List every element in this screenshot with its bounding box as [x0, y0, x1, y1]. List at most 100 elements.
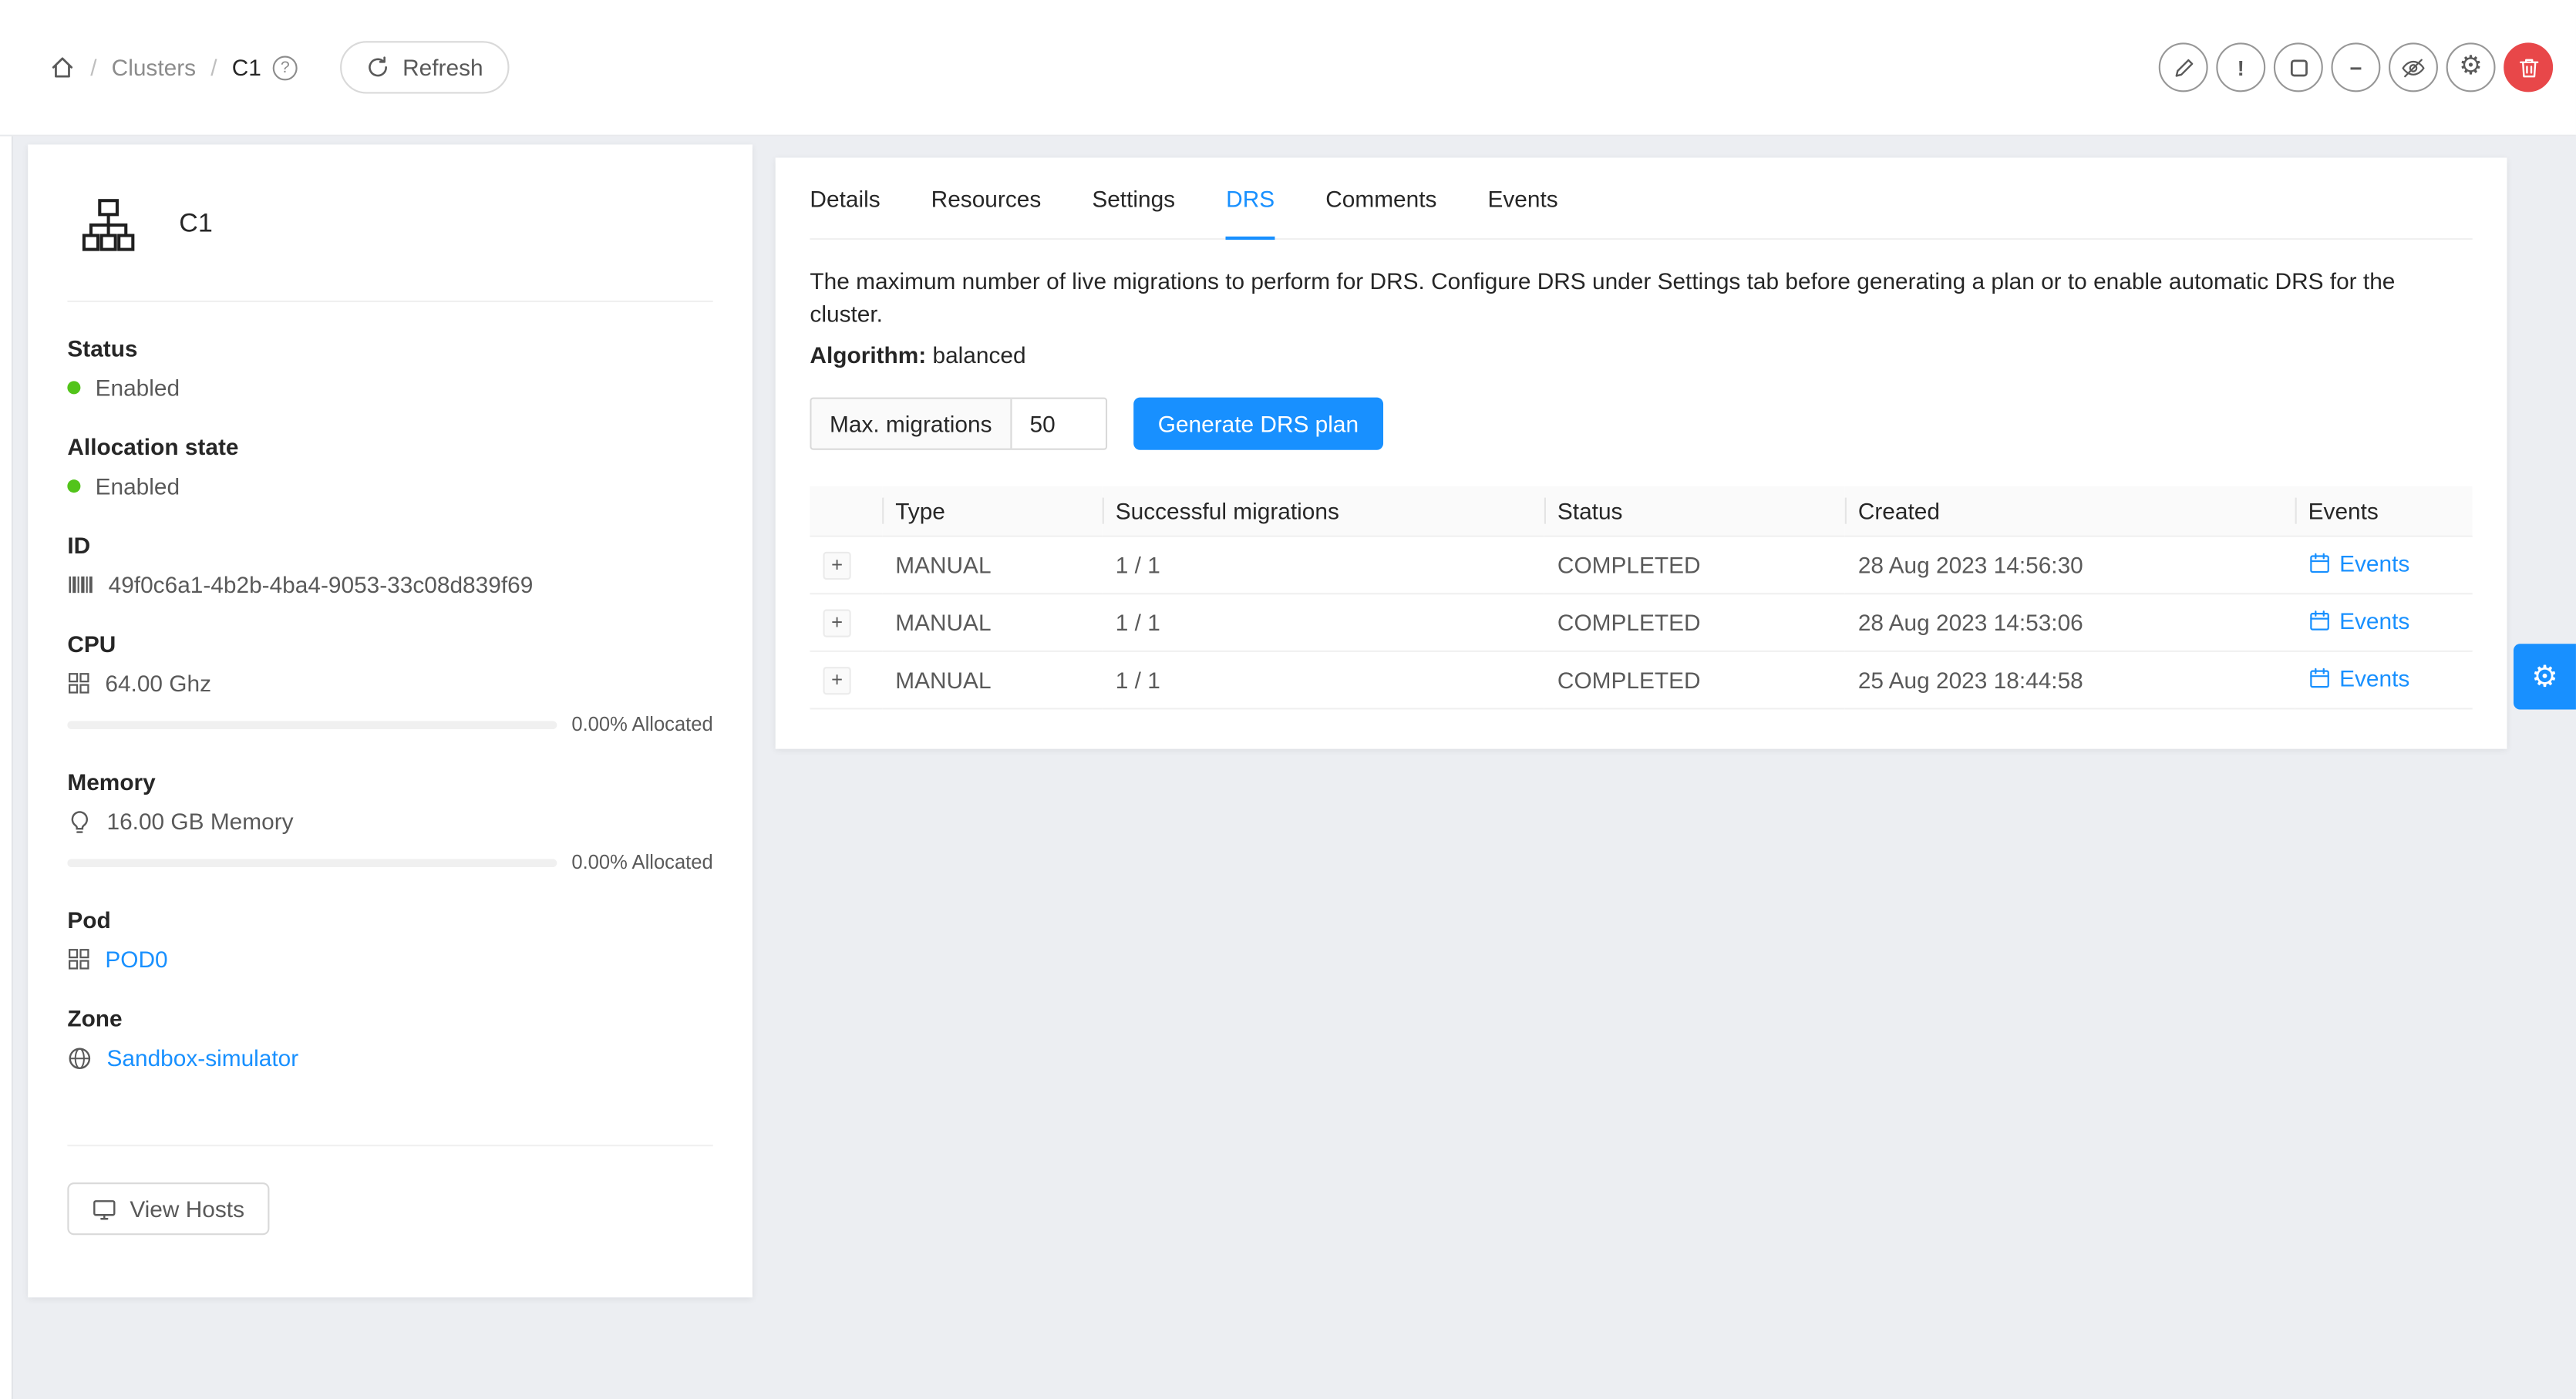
- drs-controls: Max. migrations Generate DRS plan: [810, 398, 2472, 450]
- divider: [67, 301, 712, 302]
- progress-bar: [67, 858, 557, 866]
- max-migrations-input[interactable]: [1012, 399, 1105, 449]
- table-row: + MANUAL 1 / 1 COMPLETED 28 Aug 2023 14:…: [810, 594, 2472, 651]
- tab-comments[interactable]: Comments: [1325, 158, 1436, 240]
- status-value: Enabled: [96, 375, 180, 401]
- field-label: ID: [67, 532, 712, 558]
- cell-type: MANUAL: [882, 651, 1103, 709]
- breadcrumb-separator: /: [210, 54, 217, 80]
- zone-link[interactable]: Sandbox-simulator: [106, 1044, 298, 1071]
- calendar-icon: [2308, 667, 2332, 690]
- home-icon[interactable]: [49, 54, 76, 80]
- column-expand: [810, 486, 882, 536]
- reload-icon: [366, 55, 389, 79]
- memory-value: 16.00 GB Memory: [106, 808, 293, 834]
- drs-plans-table: Type Successful migrations Status Create…: [810, 486, 2472, 710]
- row-events-link[interactable]: Events: [2308, 550, 2410, 577]
- table-row: + MANUAL 1 / 1 COMPLETED 25 Aug 2023 18:…: [810, 651, 2472, 709]
- events-link-label: Events: [2339, 550, 2409, 577]
- cpu-allocated-label: 0.00% Allocated: [571, 713, 712, 736]
- expand-row-button[interactable]: +: [823, 609, 850, 637]
- algorithm-label: Algorithm:: [810, 341, 926, 368]
- events-link-label: Events: [2339, 665, 2409, 691]
- events-link-label: Events: [2339, 607, 2409, 634]
- gear-icon: ⚙: [2459, 54, 2483, 80]
- cell-status: COMPLETED: [1544, 594, 1845, 651]
- minus-circle-button[interactable]: −: [2331, 42, 2380, 92]
- drs-algorithm-line: Algorithm: balanced: [810, 341, 2472, 368]
- divider: [67, 1145, 712, 1146]
- cell-migrations: 1 / 1: [1103, 651, 1544, 709]
- expand-row-button[interactable]: +: [823, 667, 850, 694]
- cell-created: 25 Aug 2023 18:44:58: [1845, 651, 2295, 709]
- tab-bar: Details Resources Settings DRS Comments …: [810, 158, 2472, 240]
- field-status: Status Enabled: [67, 335, 712, 401]
- edit-button[interactable]: [2159, 42, 2208, 92]
- max-migrations-group: Max. migrations: [810, 398, 1106, 450]
- stop-icon: [2289, 59, 2307, 76]
- eye-invisible-icon: [2400, 55, 2426, 79]
- breadcrumb-clusters-link[interactable]: Clusters: [112, 54, 196, 80]
- bulb-icon: [67, 809, 92, 833]
- barcode-icon: [67, 571, 93, 597]
- trash-icon: [2516, 55, 2541, 79]
- status-dot: [67, 381, 80, 394]
- exclamation-circle-icon: !: [2238, 57, 2244, 79]
- cell-migrations: 1 / 1: [1103, 594, 1544, 651]
- refresh-label: Refresh: [402, 54, 483, 80]
- tab-details[interactable]: Details: [810, 158, 880, 240]
- field-label: Zone: [67, 1005, 712, 1031]
- settings-drawer-toggle[interactable]: ⚙: [2514, 644, 2576, 709]
- pencil-icon: [2171, 55, 2196, 79]
- configure-ha-button[interactable]: ⚙: [2446, 42, 2496, 92]
- cell-created: 28 Aug 2023 14:56:30: [1845, 536, 2295, 594]
- column-events: Events: [2295, 486, 2473, 536]
- field-label: Memory: [67, 768, 712, 795]
- tab-events[interactable]: Events: [1487, 158, 1557, 240]
- question-circle-icon[interactable]: ?: [273, 55, 298, 79]
- page-title: C1: [179, 210, 213, 240]
- generate-drs-plan-button[interactable]: Generate DRS plan: [1133, 398, 1383, 450]
- unmanage-cluster-button[interactable]: [2274, 42, 2323, 92]
- appstore-icon: [67, 671, 90, 694]
- row-events-link[interactable]: Events: [2308, 607, 2410, 634]
- disable-cluster-button[interactable]: !: [2216, 42, 2265, 92]
- column-successful-migrations: Successful migrations: [1103, 486, 1544, 536]
- tab-resources[interactable]: Resources: [931, 158, 1042, 240]
- view-hosts-button[interactable]: View Hosts: [67, 1182, 269, 1235]
- app-root: / Clusters / C1 ? Refresh !: [0, 0, 2576, 1399]
- appstore-icon: [67, 947, 90, 970]
- tab-drs[interactable]: DRS: [1226, 158, 1275, 240]
- cell-created: 28 Aug 2023 14:53:06: [1845, 594, 2295, 651]
- field-label: Pod: [67, 906, 712, 933]
- drs-description: The maximum number of live migrations to…: [810, 264, 2472, 330]
- column-type: Type: [882, 486, 1103, 536]
- breadcrumb: / Clusters / C1 ? Refresh: [49, 41, 510, 93]
- column-status: Status: [1544, 486, 1845, 536]
- cell-type: MANUAL: [882, 536, 1103, 594]
- disable-oobm-button[interactable]: [2389, 42, 2438, 92]
- cpu-progress: 0.00% Allocated: [67, 713, 712, 736]
- calendar-icon: [2308, 552, 2332, 575]
- status-dot: [67, 479, 80, 493]
- delete-cluster-button[interactable]: [2504, 42, 2553, 92]
- calendar-icon: [2308, 609, 2332, 632]
- gear-icon: ⚙: [2531, 659, 2557, 694]
- table-header-row: Type Successful migrations Status Create…: [810, 486, 2472, 536]
- field-allocation-state: Allocation state Enabled: [67, 434, 712, 499]
- allocation-value: Enabled: [96, 473, 180, 499]
- table-row: + MANUAL 1 / 1 COMPLETED 28 Aug 2023 14:…: [810, 536, 2472, 594]
- cluster-detail-card: Details Resources Settings DRS Comments …: [776, 158, 2507, 749]
- field-label: Status: [67, 335, 712, 362]
- pod-link[interactable]: POD0: [105, 946, 167, 972]
- top-header: / Clusters / C1 ? Refresh !: [0, 0, 2576, 136]
- cell-migrations: 1 / 1: [1103, 536, 1544, 594]
- tab-settings[interactable]: Settings: [1092, 158, 1175, 240]
- view-hosts-label: View Hosts: [130, 1196, 244, 1222]
- refresh-button[interactable]: Refresh: [340, 41, 510, 93]
- row-events-link[interactable]: Events: [2308, 665, 2410, 691]
- column-created: Created: [1845, 486, 2295, 536]
- expand-row-button[interactable]: +: [823, 551, 850, 579]
- global-icon: [67, 1045, 92, 1070]
- header-actions: ! − ⚙: [2159, 42, 2553, 92]
